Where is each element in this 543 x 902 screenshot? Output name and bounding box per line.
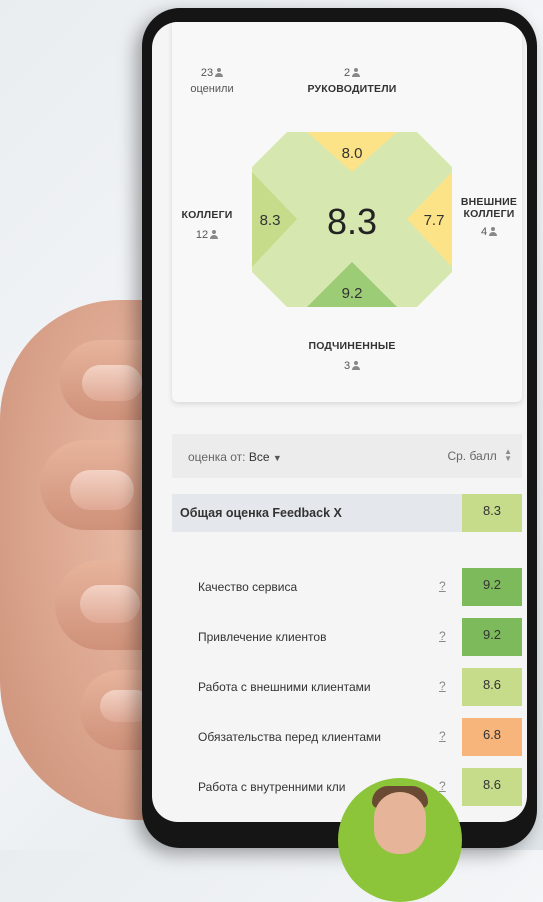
- help-link[interactable]: ?: [439, 729, 446, 743]
- competency-row[interactable]: Работа с внешними клиентами ? 8.6: [172, 668, 522, 706]
- total-score-row[interactable]: Общая оценка Feedback X 8.3: [172, 494, 522, 532]
- total-score: 8.3: [462, 494, 522, 532]
- competency-label: Работа с внешними клиентами: [198, 680, 371, 694]
- managers-score: 8.0: [342, 145, 363, 162]
- colleagues-count: 12: [195, 229, 209, 241]
- help-link[interactable]: ?: [439, 629, 446, 643]
- competency-score: 9.2: [462, 618, 522, 656]
- phone-frame: 23 оценили 2 РУКОВОДИТЕЛИ КОЛЛЕГИ 12 ВНЕ…: [142, 8, 537, 848]
- app-screen: 23 оценили 2 РУКОВОДИТЕЛИ КОЛЛЕГИ 12 ВНЕ…: [152, 22, 527, 822]
- person-icon: [215, 68, 224, 77]
- external-label-line2: КОЛЛЕГИ: [463, 208, 515, 220]
- competency-row[interactable]: Привлечение клиентов ? 9.2: [172, 618, 522, 656]
- overall-score: 8.3: [327, 201, 377, 242]
- subordinates-label-block: ПОДЧИНЕННЫЕ 3: [292, 340, 412, 372]
- filter-value: Все: [248, 450, 270, 464]
- competency-label: Качество сервиса: [198, 580, 298, 594]
- sort-label: Ср. балл: [447, 449, 497, 463]
- rated-count-block: 23 оценили: [182, 67, 242, 95]
- help-link[interactable]: ?: [439, 679, 446, 693]
- competency-row[interactable]: Обязательства перед клиентами ? 6.8: [172, 718, 522, 756]
- competency-score: 8.6: [462, 768, 522, 806]
- help-link[interactable]: ?: [439, 779, 446, 793]
- sort-icon: ▲ ▼: [504, 447, 512, 463]
- total-label: Общая оценка Feedback X: [180, 506, 342, 520]
- person-icon: [489, 227, 498, 236]
- colleagues-score: 8.3: [260, 212, 281, 229]
- person-icon: [210, 230, 219, 239]
- user-avatar: [338, 778, 462, 902]
- filter-label: оценка от:: [188, 450, 246, 464]
- external-label-block: ВНЕШНИЕ КОЛЛЕГИ 4: [456, 196, 522, 238]
- rated-count: 23: [200, 67, 214, 79]
- help-link[interactable]: ?: [439, 579, 446, 593]
- competency-row[interactable]: Качество сервиса ? 9.2: [172, 568, 522, 606]
- subordinates-count: 3: [343, 360, 351, 372]
- colleagues-label-block: КОЛЛЕГИ 12: [172, 209, 242, 241]
- competency-label: Обязательства перед клиентами: [198, 730, 381, 744]
- subordinates-score: 9.2: [342, 285, 363, 302]
- competency-label: Работа с внутренними кли: [198, 780, 346, 794]
- managers-label-block: 2 РУКОВОДИТЕЛИ: [292, 67, 412, 95]
- managers-label: РУКОВОДИТЕЛИ: [307, 83, 397, 95]
- caret-down-icon: ▼: [272, 453, 282, 463]
- feedback-summary-card: 23 оценили 2 РУКОВОДИТЕЛИ КОЛЛЕГИ 12 ВНЕ…: [172, 22, 522, 402]
- rated-label: оценили: [190, 83, 234, 95]
- competency-row[interactable]: Работа с внутренними кли ? 8.6: [172, 768, 522, 806]
- colleagues-label: КОЛЛЕГИ: [181, 209, 233, 221]
- competency-label: Привлечение клиентов: [198, 630, 327, 644]
- filter-bar: оценка от: Все ▼ Ср. балл ▲ ▼: [172, 434, 522, 478]
- sort-by-average[interactable]: Ср. балл ▲ ▼: [447, 447, 512, 464]
- external-score: 7.7: [424, 212, 445, 229]
- managers-count: 2: [343, 67, 351, 79]
- avatar-face: [374, 792, 426, 854]
- rater-filter-dropdown[interactable]: оценка от: Все ▼: [188, 450, 282, 464]
- person-icon: [352, 68, 361, 77]
- competency-score: 9.2: [462, 568, 522, 606]
- competency-score: 6.8: [462, 718, 522, 756]
- feedback-x-diagram: 8.0 9.2 8.3 7.7 8.3: [252, 132, 452, 307]
- external-label-line1: ВНЕШНИЕ: [460, 196, 518, 208]
- competency-score: 8.6: [462, 668, 522, 706]
- external-count: 4: [480, 226, 488, 238]
- subordinates-label: ПОДЧИНЕННЫЕ: [308, 340, 396, 352]
- person-icon: [352, 361, 361, 370]
